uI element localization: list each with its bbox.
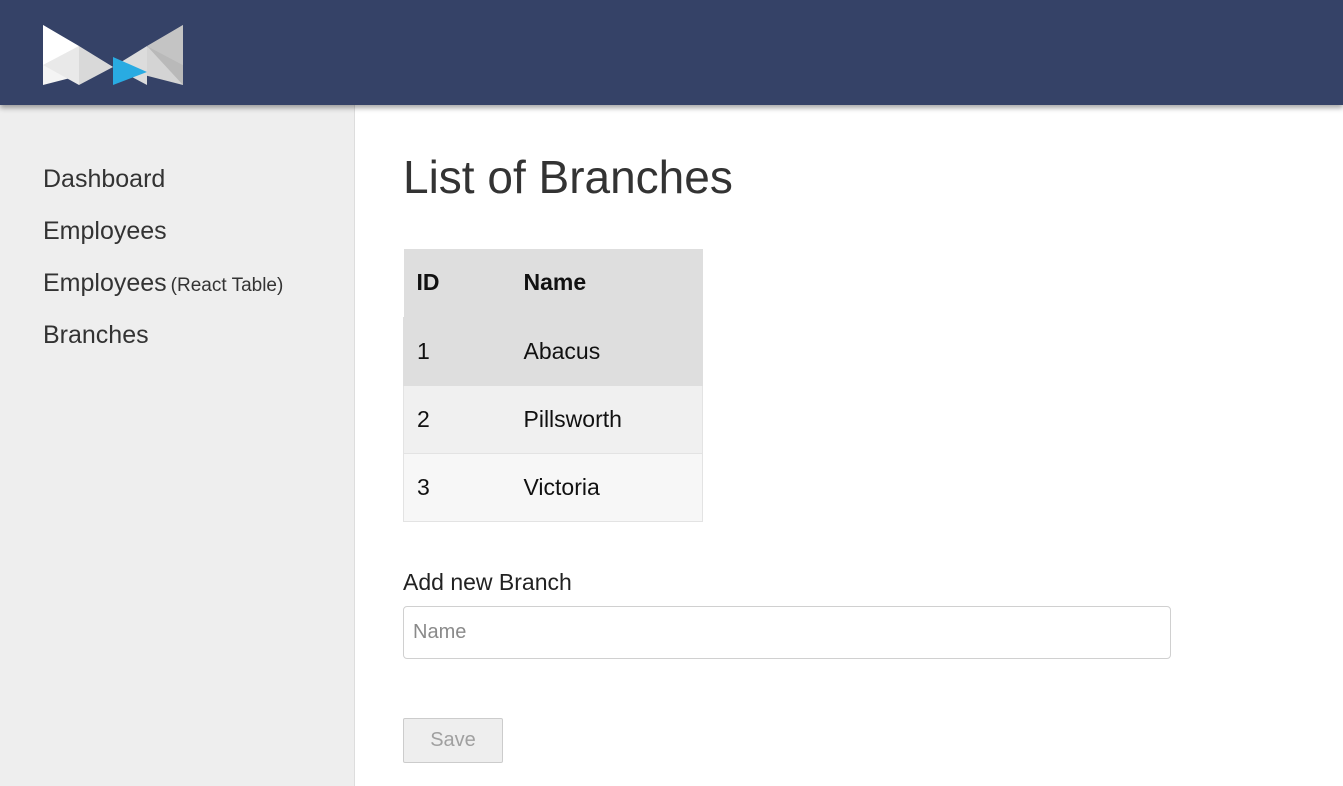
- table-header-row: ID Name: [403, 249, 703, 317]
- sidebar-item-sublabel: (React Table): [170, 275, 284, 296]
- branch-name-input[interactable]: [403, 606, 1171, 659]
- page-title: List of Branches: [403, 151, 733, 203]
- sidebar-item-label: Employees: [43, 217, 167, 245]
- branches-table: ID Name 1 Abacus 2 Pillsworth 3 Victoria: [403, 249, 703, 522]
- sidebar-nav: Dashboard Employees Employees (React Tabl…: [43, 163, 283, 371]
- column-header-name: Name: [510, 249, 703, 317]
- cell-name: Abacus: [523, 337, 601, 364]
- sidebar-item-branches[interactable]: Branches: [43, 319, 283, 371]
- sidebar-item-employees-react-table[interactable]: Employees (React Table): [43, 267, 283, 319]
- cell-id: 3: [417, 473, 430, 500]
- table-row: 1 Abacus: [403, 317, 703, 385]
- cell-name: Victoria: [523, 473, 600, 500]
- add-branch-label: Add new Branch: [403, 569, 572, 595]
- app-root: Dashboard Employees Employees (React Tabl…: [0, 0, 1343, 786]
- sidebar: Dashboard Employees Employees (React Tabl…: [0, 105, 355, 786]
- save-button[interactable]: Save: [403, 718, 503, 763]
- top-header: [0, 0, 1343, 105]
- table-row: 3 Victoria: [403, 453, 703, 521]
- sidebar-item-dashboard[interactable]: Dashboard: [43, 163, 283, 215]
- bowtie-logo-icon[interactable]: [43, 25, 183, 85]
- sidebar-item-label: Dashboard: [43, 165, 166, 193]
- table-row: 2 Pillsworth: [403, 385, 703, 453]
- cell-name: Pillsworth: [523, 405, 622, 432]
- cell-id: 1: [417, 337, 430, 364]
- sidebar-item-label: Branches: [43, 321, 149, 349]
- sidebar-item-label: Employees: [43, 269, 167, 297]
- sidebar-item-employees[interactable]: Employees: [43, 215, 283, 267]
- column-header-id: ID: [403, 249, 511, 317]
- main-content: List of Branches ID Name 1 Abacus 2 Pill…: [403, 105, 1303, 786]
- cell-id: 2: [417, 405, 430, 432]
